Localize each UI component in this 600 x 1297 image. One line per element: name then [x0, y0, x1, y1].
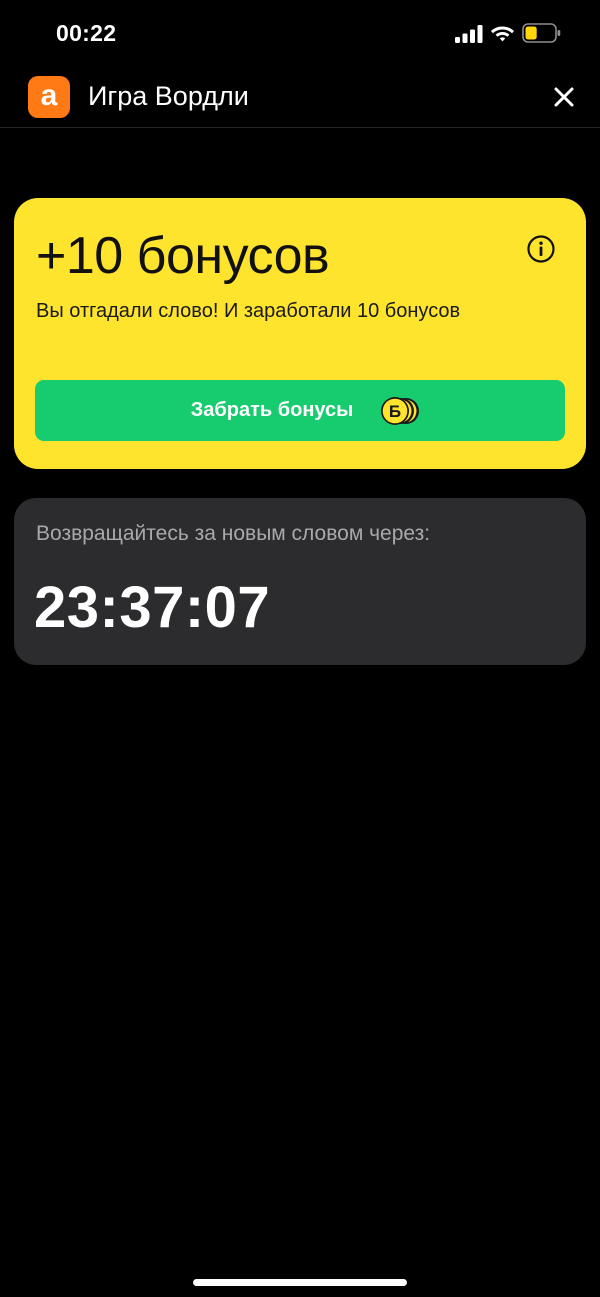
bonus-card: +10 бонусов Вы отгадали слово! И заработ…	[14, 198, 586, 469]
coin-letter: Б	[389, 402, 401, 421]
signal-icon	[455, 25, 483, 43]
close-icon[interactable]	[548, 81, 580, 113]
screen: 00:22 a Игра Вордли +10 бонусов Вы отгад…	[0, 0, 600, 1297]
countdown-timer: 23:37:07	[34, 575, 271, 640]
claim-button-label: Забрать бонусы	[190, 399, 354, 421]
status-time: 00:22	[56, 20, 117, 46]
app-logo-letter: a	[40, 79, 58, 112]
claim-bonuses-button[interactable]: Забрать бонусы Б	[35, 380, 565, 441]
countdown-card: Возвращайтесь за новым словом через: 23:…	[14, 498, 586, 665]
app-logo: a	[28, 76, 70, 118]
status-bar: 00:22	[0, 0, 600, 66]
bonus-title: +10 бонусов	[36, 227, 330, 285]
app-header: a Игра Вордли	[0, 66, 600, 128]
info-icon[interactable]	[526, 234, 556, 264]
page-title: Игра Вордли	[88, 81, 249, 111]
bonus-subtitle: Вы отгадали слово! И заработали 10 бонус…	[36, 300, 461, 322]
battery-icon	[522, 23, 561, 43]
bonus-coins-icon: Б	[381, 397, 419, 425]
home-indicator[interactable]	[193, 1279, 407, 1286]
wifi-icon	[491, 26, 514, 42]
countdown-label: Возвращайтесь за новым словом через:	[36, 522, 431, 545]
